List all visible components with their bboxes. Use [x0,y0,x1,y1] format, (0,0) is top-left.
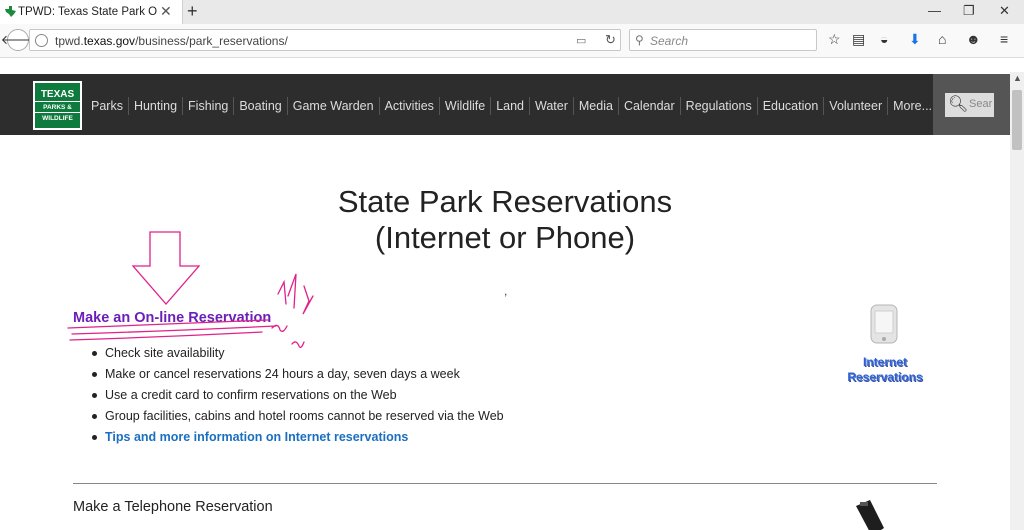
reader-view-icon[interactable]: ▭ [576,34,586,47]
nav-game-warden[interactable]: Game Warden [286,97,379,115]
magnifier-icon[interactable]: 🔍︎ [948,94,968,114]
nav-regulations[interactable]: Regulations [679,97,757,115]
online-reservation-link[interactable]: Make an On-line Reservation [73,310,271,326]
tab-strip: TPWD: Texas State Park O... ✕ + — ❐ ✕ [0,0,1024,24]
tips-link[interactable]: Tips and more information on Internet re… [90,427,504,448]
home-icon[interactable]: ⌂ [938,31,946,47]
page-title: State Park Reservations (Internet or Phon… [337,184,673,255]
list-item: Use a credit card to confirm reservation… [90,385,504,406]
list-item: Check site availability [90,343,504,364]
texas-favicon-icon [5,6,16,17]
main-nav: Parks Hunting Fishing Boating Game Warde… [86,97,937,115]
library-icon[interactable]: ▤ [852,31,865,48]
nav-volunteer[interactable]: Volunteer [823,97,887,115]
page-scrollbar[interactable]: ▲ [1010,72,1024,530]
url-text: tpwd.texas.gov/business/park_reservation… [55,34,288,48]
close-tab-icon[interactable]: ✕ [160,3,172,20]
bookmark-star-icon[interactable]: ☆ [828,31,841,48]
navigation-toolbar: 🡐 tpwd.texas.gov/business/park_reservati… [0,24,1024,58]
restore-button[interactable]: ❐ [963,3,975,19]
pocket-icon[interactable]: ◒ [880,31,888,47]
nav-more[interactable]: More... [887,97,937,115]
nav-hunting[interactable]: Hunting [127,97,182,115]
nav-boating[interactable]: Boating [233,97,286,115]
nav-water[interactable]: Water [529,97,573,115]
search-icon: ⚲ [635,33,644,47]
emoji-icon[interactable]: ☻ [966,31,981,47]
internet-reservations-label[interactable]: Internet Reservations [842,355,928,385]
new-tab-button[interactable]: + [187,1,198,22]
scroll-up-icon[interactable]: ▲ [1013,73,1022,83]
reload-icon[interactable]: ↻ [605,32,616,48]
nav-education[interactable]: Education [756,97,824,115]
browser-tab[interactable]: TPWD: Texas State Park O... ✕ [0,0,183,24]
site-header: TEXAS PARKS & WILDLIFE Parks Hunting Fis… [0,74,1010,135]
back-button[interactable]: 🡐 [1,29,35,51]
nav-land[interactable]: Land [490,97,529,115]
menu-icon[interactable]: ≡ [1000,31,1008,47]
telephone-icon [856,500,884,530]
site-info-icon[interactable] [35,34,48,47]
minimize-button[interactable]: — [928,3,941,18]
nav-fishing[interactable]: Fishing [182,97,233,115]
page-content: TEXAS PARKS & WILDLIFE Parks Hunting Fis… [0,58,1010,530]
scroll-thumb[interactable] [1012,90,1022,150]
nav-media[interactable]: Media [572,97,618,115]
nav-calendar[interactable]: Calendar [617,97,680,115]
list-item: Group facilities, cabins and hotel rooms… [90,406,504,427]
online-features-list: Check site availability Make or cancel r… [90,343,504,448]
download-icon[interactable]: ⬇ [909,31,921,48]
telephone-heading: Make a Telephone Reservation [73,499,273,515]
tpwd-logo[interactable]: TEXAS PARKS & WILDLIFE [33,81,82,130]
close-window-button[interactable]: ✕ [999,3,1010,19]
browser-search-field[interactable]: ⚲ Search [629,29,817,51]
url-bar[interactable]: tpwd.texas.gov/business/park_reservation… [29,29,621,51]
nav-wildlife[interactable]: Wildlife [438,97,490,115]
list-item: Make or cancel reservations 24 hours a d… [90,364,504,385]
section-divider [73,483,937,484]
stray-comma: , [504,284,508,298]
nav-parks[interactable]: Parks [86,97,128,115]
tab-title: TPWD: Texas State Park O... [18,6,158,18]
nav-activities[interactable]: Activities [378,97,439,115]
site-search: Sear 🔍︎ [933,74,1010,135]
